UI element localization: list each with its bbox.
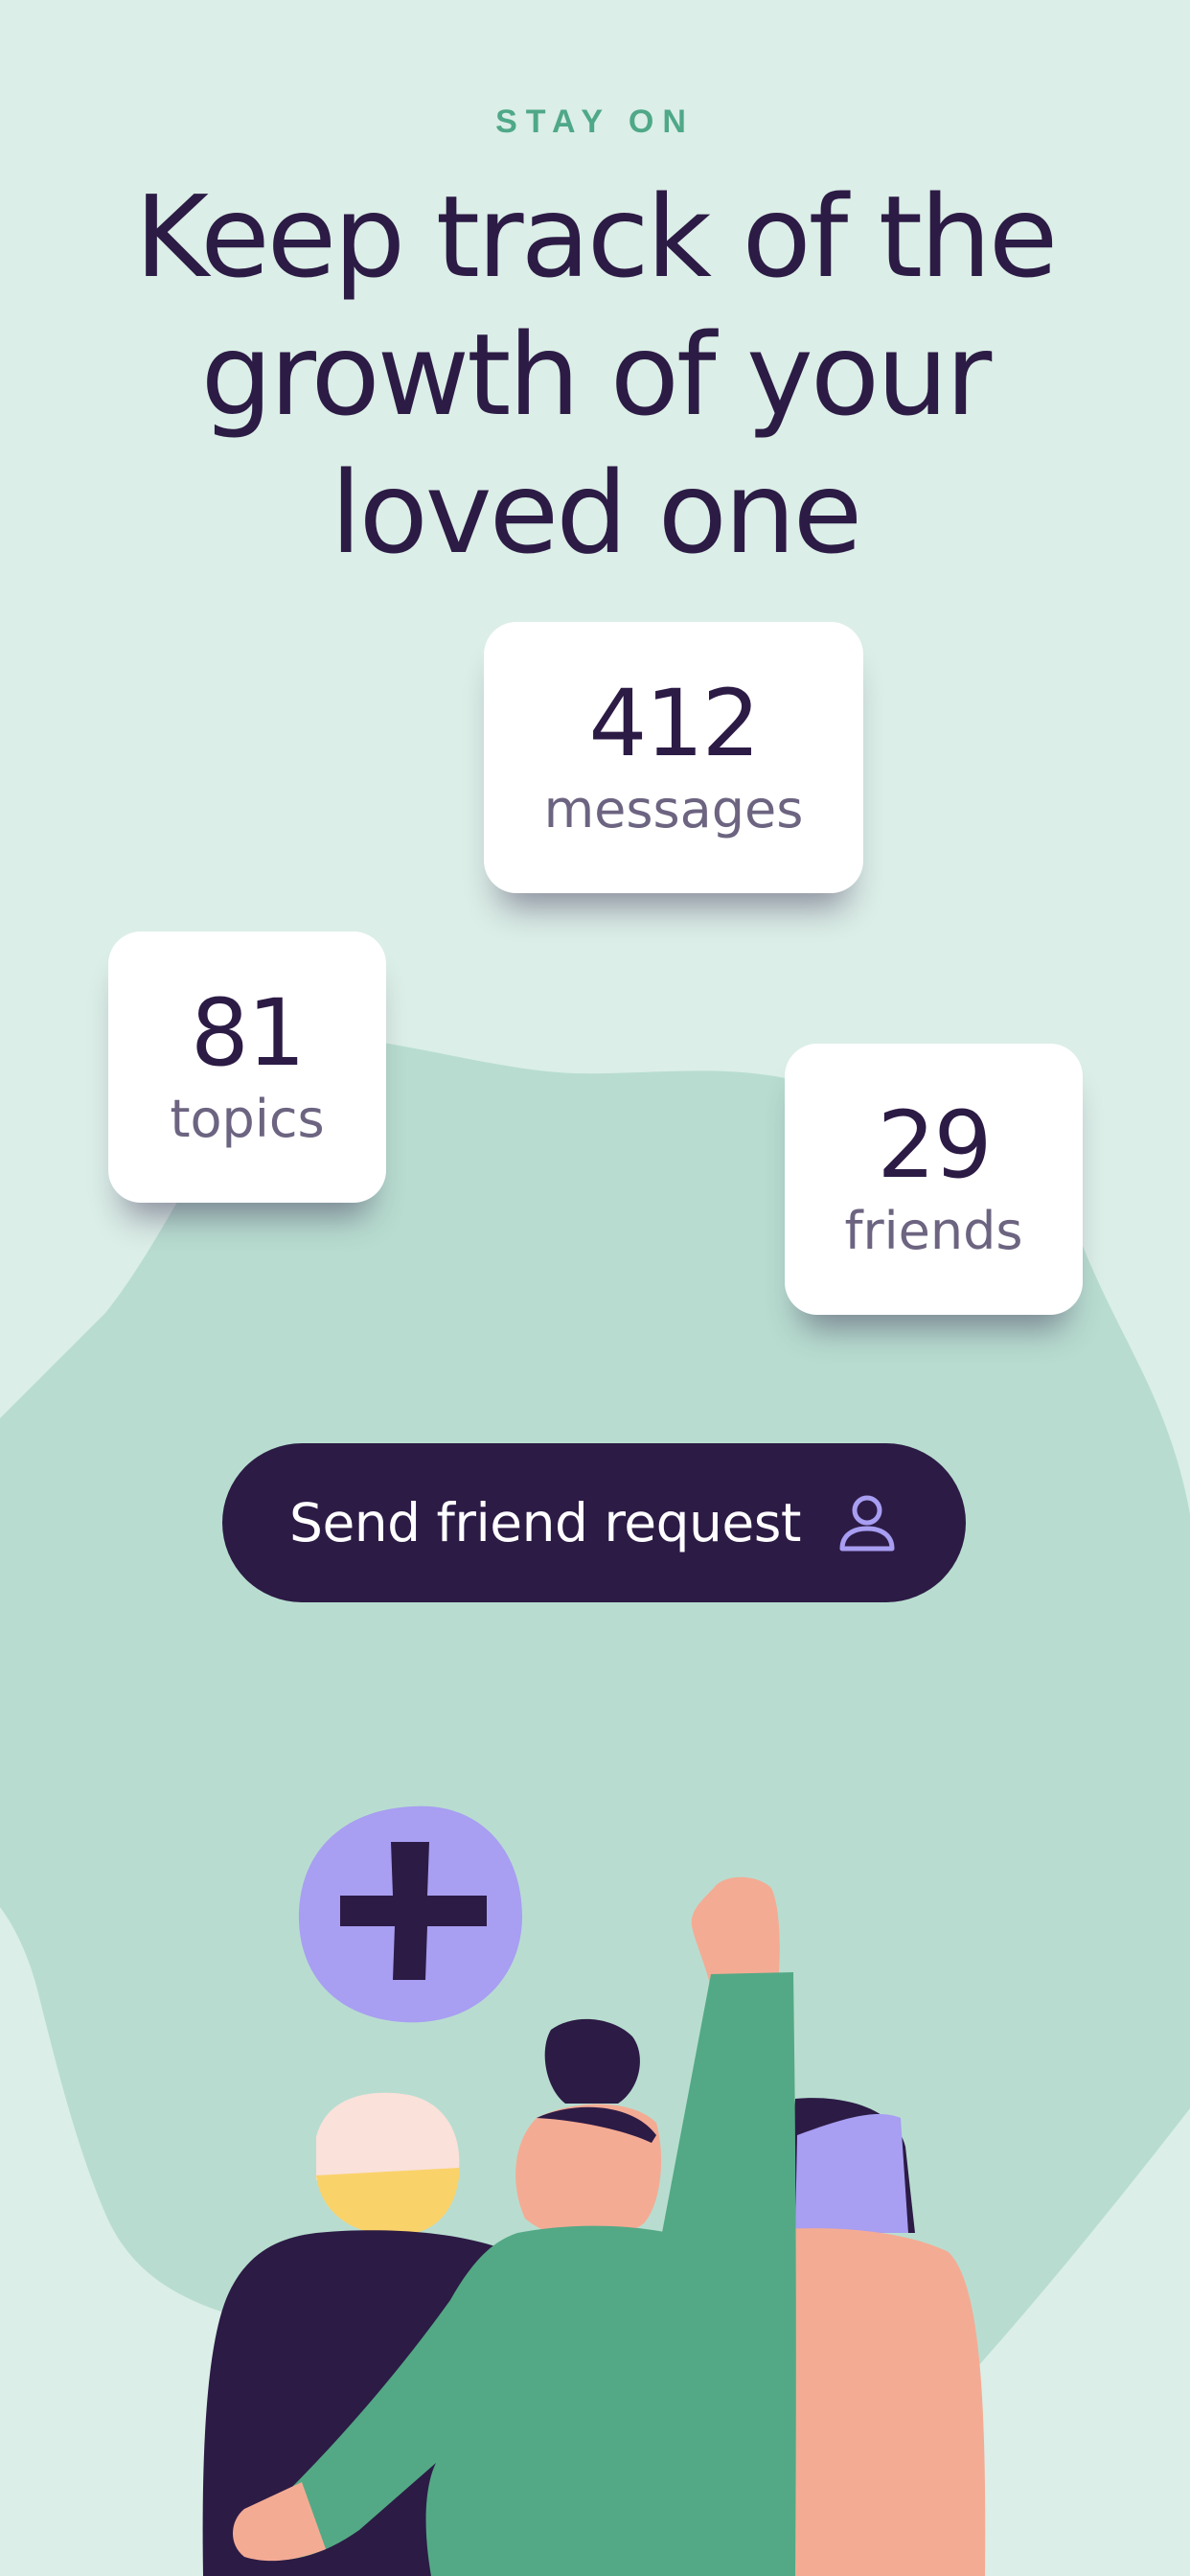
plus-icon bbox=[298, 1806, 522, 2023]
send-friend-request-button[interactable]: Send friend request bbox=[222, 1443, 966, 1602]
stat-label-friends: friends bbox=[844, 1200, 1023, 1261]
stat-label-messages: messages bbox=[543, 778, 804, 840]
stat-value-topics: 81 bbox=[190, 978, 306, 1087]
stat-value-messages: 412 bbox=[588, 669, 760, 777]
eyebrow-label: STAY ON bbox=[495, 104, 695, 140]
stat-label-topics: topics bbox=[170, 1088, 325, 1149]
stat-card-friends: 29 friends bbox=[785, 1044, 1083, 1315]
user-icon bbox=[839, 1495, 895, 1552]
page-title: Keep track of the growth of your loved o… bbox=[134, 171, 1059, 579]
stat-card-topics: 81 topics bbox=[108, 932, 386, 1203]
stat-card-messages: 412 messages bbox=[484, 622, 863, 893]
person-middle bbox=[232, 1876, 796, 2576]
people-illustration bbox=[202, 1806, 986, 2576]
send-friend-request-label: Send friend request bbox=[289, 1492, 801, 1553]
stat-value-friends: 29 bbox=[877, 1091, 992, 1199]
